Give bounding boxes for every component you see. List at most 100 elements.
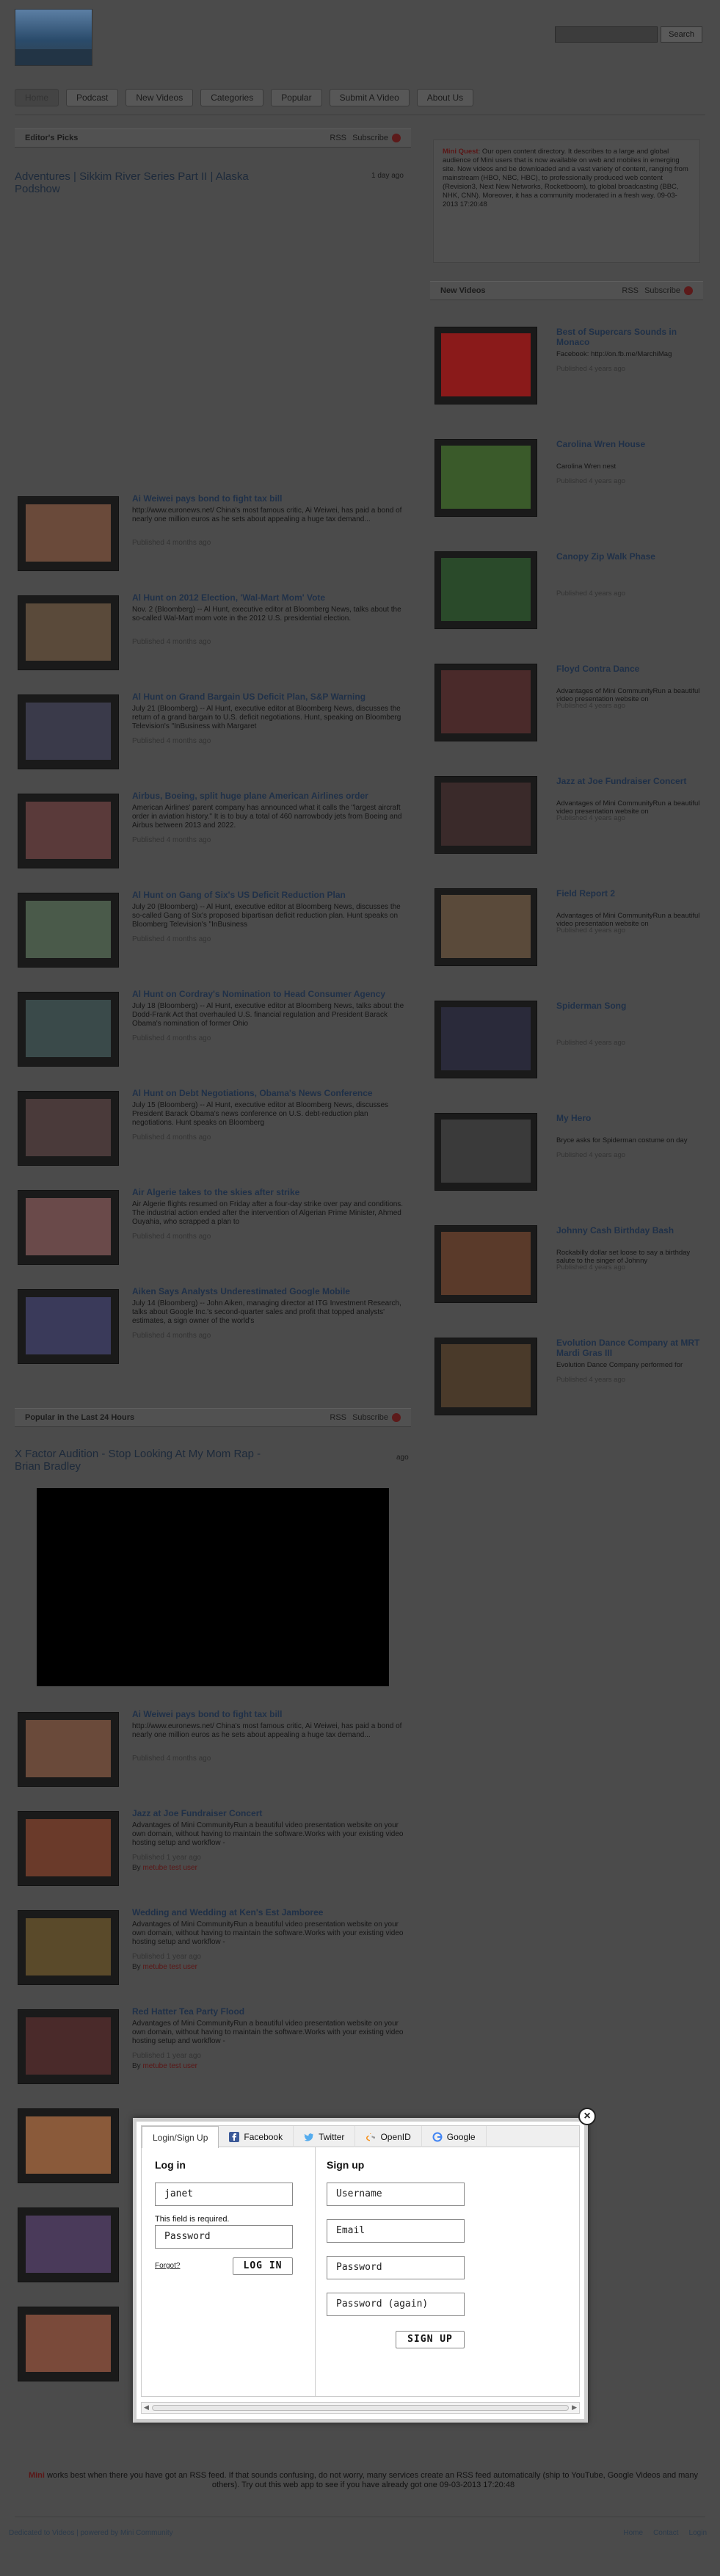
video-thumbnail[interactable] [18,893,119,968]
new-videos-rss-link[interactable]: RSS [622,282,639,300]
list-item[interactable]: Wedding and Wedding at Ken's Est Jambore… [15,1907,411,1989]
video-thumbnail[interactable] [434,327,537,404]
video-thumbnail[interactable] [434,1001,537,1078]
video-title[interactable]: Ai Weiwei pays bond to fight tax bill [132,493,411,504]
nav-podcast[interactable]: Podcast [66,89,119,106]
search-input[interactable] [555,26,658,43]
tab-openid[interactable]: OpenID [355,2126,422,2147]
popular-rss-link[interactable]: RSS [330,1409,346,1426]
sidebar-video-item[interactable]: Floyd Contra Dance Advantages of Mini Com… [434,664,706,746]
video-thumbnail[interactable] [434,551,537,629]
editors-picks-rss-link[interactable]: RSS [330,129,346,147]
nav-home[interactable]: Home [15,89,59,106]
list-item[interactable]: Ai Weiwei pays bond to fight tax bill htt… [15,493,411,576]
video-title[interactable]: Al Hunt on Grand Bargain US Deficit Plan… [132,692,411,702]
signup-password-field[interactable]: Password [327,2256,465,2279]
video-thumbnail[interactable] [18,1289,119,1364]
video-title[interactable]: Jazz at Joe Fundraiser Concert [556,776,703,786]
author-link[interactable]: metube test user [142,1864,197,1872]
sidebar-video-item[interactable]: Spiderman Song Published 4 years ago [434,1001,706,1083]
login-username-field[interactable]: janet [155,2183,293,2206]
scrollbar-thumb[interactable] [152,2405,569,2411]
video-thumbnail[interactable] [18,992,119,1067]
video-title[interactable]: Field Report 2 [556,888,703,899]
video-thumbnail[interactable] [434,888,537,966]
search-button[interactable]: Search [661,26,702,43]
video-title[interactable]: Johnny Cash Birthday Bash [556,1225,703,1236]
video-thumbnail[interactable] [18,2307,119,2381]
video-thumbnail[interactable] [18,595,119,670]
login-button[interactable]: LOG IN [233,2257,293,2275]
video-thumbnail[interactable] [18,496,119,571]
video-thumbnail[interactable] [434,439,537,517]
video-player[interactable] [37,1488,389,1686]
sidebar-video-item[interactable]: Evolution Dance Company at MRT Mardi Gra… [434,1338,706,1420]
footer-link-home[interactable]: Home [623,2529,643,2537]
video-thumbnail[interactable] [434,1338,537,1415]
video-thumbnail[interactable] [18,2108,119,2183]
footer-link-login[interactable]: Login [689,2529,707,2537]
close-icon[interactable]: × [578,2108,596,2125]
video-thumbnail[interactable] [18,1910,119,1985]
video-thumbnail[interactable] [434,1113,537,1191]
nav-new-videos[interactable]: New Videos [126,89,194,106]
signup-password-again-field[interactable]: Password (again) [327,2293,465,2316]
about-brand[interactable]: Mini Quest [443,148,479,156]
video-thumbnail[interactable] [18,1091,119,1166]
video-title[interactable]: Aiken Says Analysts Underestimated Googl… [132,1286,411,1296]
sidebar-video-item[interactable]: Field Report 2 Advantages of Mini Communi… [434,888,706,970]
video-title[interactable]: Al Hunt on Debt Negotiations, Obama's Ne… [132,1088,411,1098]
video-title[interactable]: Air Algerie takes to the skies after str… [132,1187,411,1197]
video-thumbnail[interactable] [18,1190,119,1265]
video-title[interactable]: Spiderman Song [556,1001,703,1011]
video-title[interactable]: Al Hunt on Gang of Six's US Deficit Redu… [132,890,411,900]
video-thumbnail[interactable] [18,1712,119,1787]
tab-twitter[interactable]: Twitter [294,2126,356,2147]
video-title[interactable]: My Hero [556,1113,703,1123]
scroll-right-icon[interactable]: ▶ [572,2403,577,2412]
video-title[interactable]: Evolution Dance Company at MRT Mardi Gra… [556,1338,703,1358]
video-title[interactable]: Floyd Contra Dance [556,664,703,674]
horizontal-scrollbar[interactable]: ◀ ▶ [141,2402,580,2414]
video-thumbnail[interactable] [434,664,537,741]
signup-button[interactable]: SIGN UP [396,2331,465,2348]
list-item[interactable]: Ai Weiwei pays bond to fight tax bill htt… [15,1709,411,1791]
login-password-field[interactable]: Password [155,2225,293,2249]
list-item[interactable]: Airbus, Boeing, split huge plane America… [15,791,411,873]
video-title[interactable]: Canopy Zip Walk Phase [556,551,703,562]
footer-link-contact[interactable]: Contact [653,2529,678,2537]
site-logo[interactable] [15,9,92,66]
video-title[interactable]: Carolina Wren House [556,439,703,449]
list-item[interactable]: Al Hunt on Grand Bargain US Deficit Plan… [15,692,411,774]
list-item[interactable]: Aiken Says Analysts Underestimated Googl… [15,1286,411,1368]
video-thumbnail[interactable] [18,2009,119,2084]
video-thumbnail[interactable] [18,694,119,769]
signup-username-field[interactable]: Username [327,2183,465,2206]
nav-categories[interactable]: Categories [200,89,264,106]
author-link[interactable]: metube test user [142,1963,197,1971]
video-title[interactable]: Al Hunt on Cordray's Nomination to Head … [132,989,411,999]
popular-featured-title[interactable]: X Factor Audition - Stop Looking At My M… [15,1448,279,1473]
video-title[interactable]: Al Hunt on 2012 Election, 'Wal-Mart Mom'… [132,592,411,603]
video-title[interactable]: Best of Supercars Sounds in Monaco [556,327,703,347]
list-item[interactable]: Al Hunt on 2012 Election, 'Wal-Mart Mom'… [15,592,411,675]
new-videos-subscribe[interactable]: Subscribe [644,282,693,300]
list-item[interactable]: Al Hunt on Cordray's Nomination to Head … [15,989,411,1071]
nav-popular[interactable]: Popular [271,89,322,106]
list-item[interactable]: Al Hunt on Gang of Six's US Deficit Redu… [15,890,411,972]
sidebar-video-item[interactable]: Best of Supercars Sounds in Monaco Facebo… [434,327,706,409]
video-thumbnail[interactable] [18,1811,119,1886]
featured-video-title[interactable]: Adventures | Sikkim River Series Part II… [15,170,279,195]
scroll-left-icon[interactable]: ◀ [144,2403,149,2412]
list-item[interactable]: Red Hatter Tea Party Flood Advantages of … [15,2006,411,2089]
video-title[interactable]: Ai Weiwei pays bond to fight tax bill [132,1709,411,1719]
list-item[interactable]: Jazz at Joe Fundraiser Concert Advantages… [15,1808,411,1890]
popular-subscribe[interactable]: Subscribe [352,1409,401,1426]
nav-submit-video[interactable]: Submit A Video [329,89,410,106]
video-thumbnail[interactable] [434,1225,537,1303]
list-item[interactable]: Air Algerie takes to the skies after str… [15,1187,411,1269]
sidebar-video-item[interactable]: Johnny Cash Birthday Bash Rockabilly doll… [434,1225,706,1307]
tab-facebook[interactable]: Facebook [219,2126,294,2147]
sidebar-video-item[interactable]: My Hero Bryce asks for Spiderman costume … [434,1113,706,1195]
video-title[interactable]: Red Hatter Tea Party Flood [132,2006,411,2017]
